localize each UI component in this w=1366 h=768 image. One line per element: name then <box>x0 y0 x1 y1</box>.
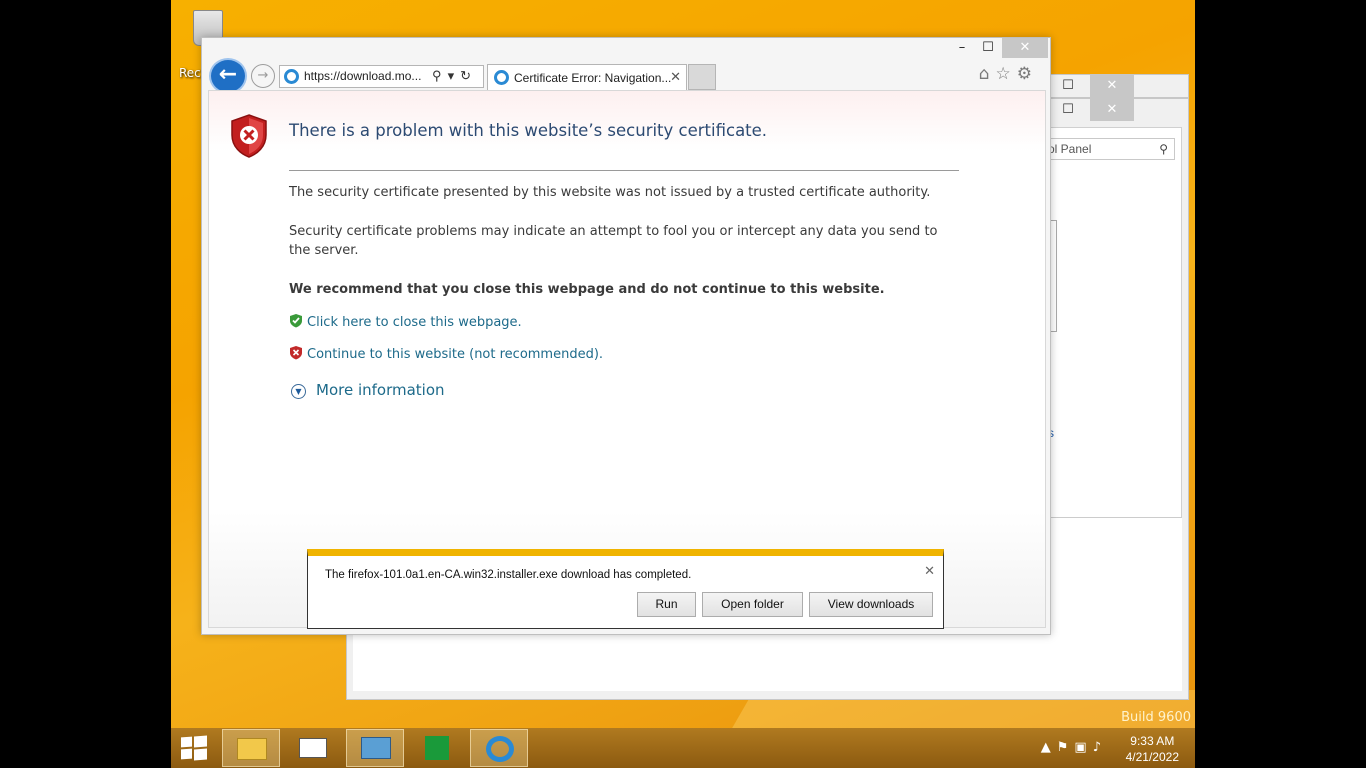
close-icon[interactable]: ✕ <box>1090 75 1134 97</box>
search-icon[interactable]: ⚲ <box>1159 142 1168 156</box>
windows-logo-pane <box>194 735 207 748</box>
more-information-toggle[interactable]: ▼ More information <box>291 381 445 399</box>
server-manager-icon <box>299 738 327 758</box>
search-placeholder: ol Panel <box>1048 142 1092 156</box>
address-bar[interactable]: https://download.mo... ⚲▾↻ <box>279 65 484 88</box>
gear-icon[interactable]: ⚙ <box>1017 64 1038 84</box>
internet-explorer-taskbar-button[interactable] <box>470 729 528 767</box>
store-bag-icon <box>425 736 449 760</box>
action-center-flag-icon[interactable]: ⚑ <box>1057 740 1075 755</box>
tab-title: Certificate Error: Navigation... <box>514 71 672 85</box>
desktop: Rec – ☐ ✕ – ☐ ✕ ol Panel ⚲ s – ☐ ✕ ← → h… <box>171 0 1195 768</box>
ie-tab-icon <box>494 70 509 85</box>
recycle-bin-label: Rec <box>179 66 201 80</box>
download-message: The firefox-101.0a1.en-CA.win32.installe… <box>325 569 692 581</box>
continue-website-label[interactable]: Continue to this website (not recommende… <box>307 347 603 362</box>
windows-logo-pane <box>181 748 192 760</box>
maximize-icon[interactable]: ☐ <box>974 38 1002 58</box>
certificate-message: The security certificate presented by th… <box>289 185 931 200</box>
control-panel-taskbar-button[interactable] <box>346 729 404 767</box>
download-notification-bar: The firefox-101.0a1.en-CA.win32.installe… <box>307 549 944 629</box>
build-watermark: Build 9600 <box>1121 710 1191 725</box>
back-button[interactable]: ← <box>209 58 247 94</box>
clock-time: 9:33 AM <box>1130 734 1175 748</box>
clock-date: 4/21/2022 <box>1125 750 1179 764</box>
store-taskbar-button[interactable] <box>408 729 466 767</box>
tab-certificate-error[interactable]: Certificate Error: Navigation... ✕ <box>487 64 687 90</box>
more-information-label[interactable]: More information <box>316 381 445 399</box>
home-icon[interactable]: ⌂ <box>979 64 996 84</box>
run-button[interactable]: Run <box>637 592 696 617</box>
taskbar-clock[interactable]: 9:33 AM 4/21/2022 <box>1126 733 1179 765</box>
show-hidden-icons-icon[interactable]: ▲ <box>1041 740 1057 755</box>
start-button[interactable] <box>181 735 207 761</box>
close-icon[interactable]: ✕ <box>1002 38 1048 58</box>
refresh-icon[interactable]: ↻ <box>460 68 477 83</box>
expand-chevron-icon[interactable]: ▼ <box>291 384 306 399</box>
close-icon[interactable]: ✕ <box>924 564 935 579</box>
system-tray: ▲⚑▣♪ <box>1041 740 1107 755</box>
new-tab-button[interactable] <box>688 64 716 90</box>
control-panel-search-input[interactable]: ol Panel ⚲ <box>1041 138 1175 160</box>
green-shield-check-icon <box>290 314 302 328</box>
dropdown-icon[interactable]: ▾ <box>448 68 461 83</box>
server-manager-taskbar-button[interactable] <box>284 729 342 767</box>
address-tools: ⚲▾↻ <box>432 68 477 84</box>
continue-website-link[interactable]: Continue to this website (not recommende… <box>289 345 603 362</box>
view-downloads-button[interactable]: View downloads <box>809 592 933 617</box>
security-warning-message: Security certificate problems may indica… <box>289 224 938 258</box>
open-folder-button[interactable]: Open folder <box>702 592 803 617</box>
maximize-icon[interactable]: ☐ <box>1046 75 1090 97</box>
network-icon[interactable]: ▣ <box>1074 740 1092 755</box>
internet-explorer-icon <box>486 736 514 762</box>
close-webpage-label[interactable]: Click here to close this webpage. <box>307 315 522 330</box>
minimize-icon[interactable]: – <box>948 38 976 58</box>
taskbar: ▲⚑▣♪ 9:33 AM 4/21/2022 <box>171 728 1195 768</box>
ie-page-icon <box>284 69 299 84</box>
windows-logo-pane <box>194 748 207 761</box>
arrow-right-icon: → <box>257 68 269 83</box>
control-panel-icon <box>361 737 391 759</box>
close-webpage-link[interactable]: Click here to close this webpage. <box>289 313 522 330</box>
page-content: There is a problem with this website’s s… <box>208 90 1046 628</box>
search-icon[interactable]: ⚲ <box>432 68 448 83</box>
file-explorer-taskbar-button[interactable] <box>222 729 280 767</box>
windows-logo-icon <box>181 736 192 748</box>
maximize-icon[interactable]: ☐ <box>1046 99 1090 121</box>
arrow-left-icon: ← <box>218 62 238 87</box>
security-shield-error-icon <box>231 114 267 158</box>
divider <box>289 170 959 171</box>
page-title: There is a problem with this website’s s… <box>289 121 768 140</box>
address-text[interactable]: https://download.mo... <box>304 69 421 83</box>
recommendation-text: We recommend that you close this webpage… <box>289 282 885 297</box>
folder-icon <box>237 738 267 760</box>
forward-button[interactable]: → <box>251 64 275 88</box>
ie-window: – ☐ ✕ ← → https://download.mo... ⚲▾↻ Cer… <box>201 37 1051 635</box>
favorites-star-icon[interactable]: ☆ <box>996 64 1017 84</box>
red-shield-x-icon <box>290 346 302 360</box>
close-tab-icon[interactable]: ✕ <box>670 69 681 85</box>
volume-icon[interactable]: ♪ <box>1093 740 1107 755</box>
toolbar-icons: ⌂☆⚙ <box>979 64 1038 84</box>
close-icon[interactable]: ✕ <box>1090 99 1134 121</box>
